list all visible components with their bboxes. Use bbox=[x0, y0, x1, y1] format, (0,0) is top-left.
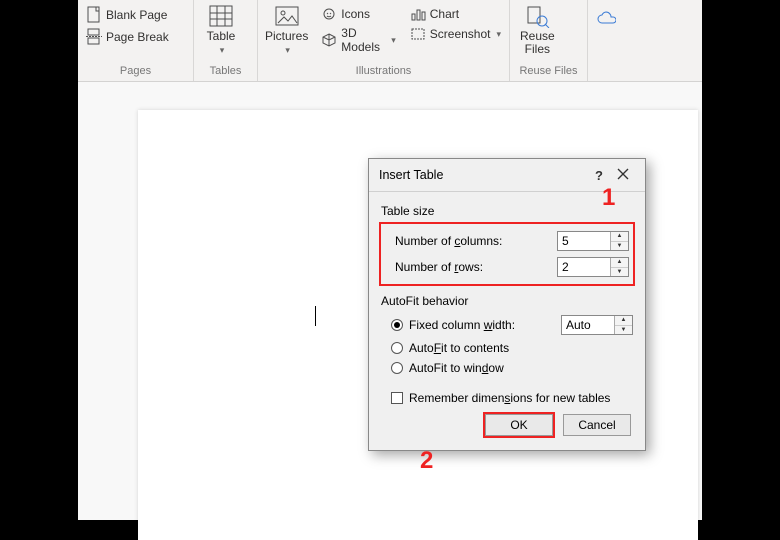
page-break-icon bbox=[86, 28, 102, 46]
reuse-files-label: Reuse Files bbox=[520, 30, 555, 56]
ribbon: Blank Page Page Break Pages Table ▾ bbox=[78, 0, 702, 82]
table-size-label: Table size bbox=[381, 204, 633, 218]
autofit-label: AutoFit behavior bbox=[381, 294, 633, 308]
text-cursor bbox=[315, 306, 316, 326]
table-label: Table bbox=[207, 29, 236, 43]
reuse-files-icon bbox=[524, 4, 550, 28]
ribbon-group-label: Illustrations bbox=[262, 63, 505, 81]
fixed-width-radio[interactable] bbox=[391, 319, 403, 331]
chevron-down-icon: ▾ bbox=[496, 29, 501, 40]
dialog-title: Insert Table bbox=[379, 168, 589, 182]
spinner-down-icon[interactable]: ▼ bbox=[615, 326, 632, 335]
columns-label: Number of columns: bbox=[395, 234, 553, 248]
spinner-up-icon[interactable]: ▲ bbox=[611, 232, 628, 242]
ribbon-group-pages: Blank Page Page Break Pages bbox=[78, 0, 194, 81]
remember-label: Remember dimensions for new tables bbox=[409, 391, 610, 405]
ribbon-group-tables: Table ▾ Tables bbox=[194, 0, 258, 81]
chart-button[interactable]: Chart bbox=[406, 4, 505, 24]
spinner-down-icon[interactable]: ▼ bbox=[611, 268, 628, 277]
fixed-width-spinner[interactable]: ▲▼ bbox=[561, 315, 633, 335]
autofit-contents-radio[interactable] bbox=[391, 342, 403, 354]
screenshot-icon bbox=[410, 26, 426, 42]
cube-icon bbox=[321, 32, 337, 48]
close-icon bbox=[617, 168, 629, 180]
columns-input[interactable] bbox=[558, 232, 610, 250]
autofit-window-radio[interactable] bbox=[391, 362, 403, 374]
ribbon-group-illustrations: Pictures ▾ Icons 3D Models ▾ bbox=[258, 0, 510, 81]
columns-spinner[interactable]: ▲▼ bbox=[557, 231, 629, 251]
blank-page-label: Blank Page bbox=[106, 8, 167, 22]
chart-label: Chart bbox=[430, 7, 459, 21]
pictures-button[interactable]: Pictures ▾ bbox=[262, 2, 311, 59]
screenshot-label: Screenshot bbox=[430, 27, 491, 41]
page-break-label: Page Break bbox=[106, 30, 169, 44]
blank-page-button[interactable]: Blank Page bbox=[82, 4, 171, 26]
ribbon-group-label: Pages bbox=[82, 63, 189, 81]
spinner-up-icon[interactable]: ▲ bbox=[615, 316, 632, 326]
annotation-1: 1 bbox=[602, 184, 615, 212]
ribbon-group-label: Reuse Files bbox=[514, 63, 583, 81]
annotation-2: 2 bbox=[420, 447, 433, 475]
spinner-down-icon[interactable]: ▼ bbox=[611, 242, 628, 251]
chevron-down-icon: ▾ bbox=[285, 45, 290, 55]
ribbon-group-reuse: Reuse Files Reuse Files bbox=[510, 0, 588, 81]
rows-label: Number of rows: bbox=[395, 260, 553, 274]
3d-models-button[interactable]: 3D Models ▾ bbox=[317, 24, 399, 56]
chart-icon bbox=[410, 6, 426, 22]
ribbon-group-overflow bbox=[588, 0, 702, 81]
fixed-width-input[interactable] bbox=[562, 316, 614, 334]
page-break-button[interactable]: Page Break bbox=[82, 26, 173, 48]
blank-page-icon bbox=[86, 6, 102, 24]
pictures-label: Pictures bbox=[265, 29, 308, 43]
rows-input[interactable] bbox=[558, 258, 610, 276]
cancel-button[interactable]: Cancel bbox=[563, 414, 631, 436]
chevron-down-icon: ▾ bbox=[220, 45, 225, 55]
icons-button[interactable]: Icons bbox=[317, 4, 399, 24]
table-icon bbox=[208, 4, 234, 28]
reuse-files-button[interactable]: Reuse Files bbox=[514, 2, 561, 58]
close-button[interactable] bbox=[609, 167, 637, 183]
help-button[interactable]: ? bbox=[589, 168, 609, 183]
autofit-window-label: AutoFit to window bbox=[409, 361, 504, 375]
fixed-width-label: Fixed column width: bbox=[409, 318, 555, 332]
table-button[interactable]: Table ▾ bbox=[198, 2, 244, 59]
chevron-down-icon: ▾ bbox=[391, 35, 396, 46]
annotation-box-1: Number of columns: ▲▼ Number of rows: ▲▼ bbox=[379, 222, 635, 286]
ok-button[interactable]: OK bbox=[485, 414, 553, 436]
rows-spinner[interactable]: ▲▼ bbox=[557, 257, 629, 277]
autofit-contents-label: AutoFit to contents bbox=[409, 341, 509, 355]
spinner-up-icon[interactable]: ▲ bbox=[611, 258, 628, 268]
pictures-icon bbox=[274, 4, 300, 28]
ribbon-group-label: Tables bbox=[198, 63, 253, 81]
overflow-icon[interactable] bbox=[596, 8, 616, 26]
icons-label: Icons bbox=[341, 7, 370, 21]
3d-models-label: 3D Models bbox=[341, 26, 385, 54]
screenshot-button[interactable]: Screenshot ▾ bbox=[406, 24, 505, 44]
icons-icon bbox=[321, 6, 337, 22]
remember-checkbox[interactable] bbox=[391, 392, 403, 404]
